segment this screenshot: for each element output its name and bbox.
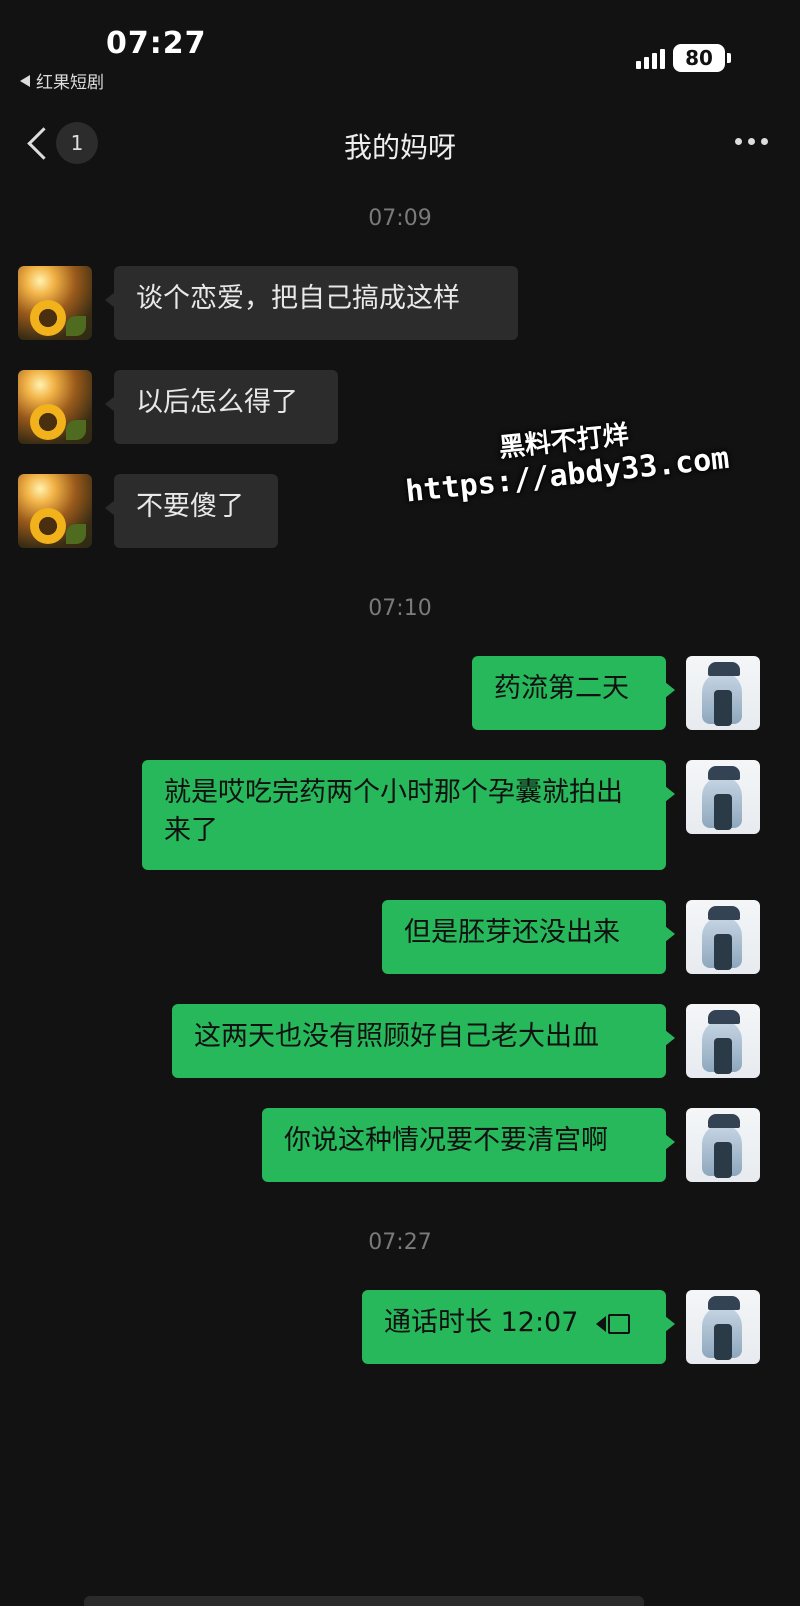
back-triangle-icon: [20, 74, 30, 87]
my-avatar[interactable]: [686, 656, 760, 730]
status-time: 07:27: [106, 26, 207, 61]
my-avatar[interactable]: [686, 1004, 760, 1078]
incoming-message-bubble[interactable]: 不要傻了: [105, 474, 278, 548]
battery-level: 80: [685, 46, 713, 70]
input-bar-edge: [84, 1596, 644, 1606]
contact-avatar[interactable]: [18, 370, 92, 444]
outgoing-message-bubble[interactable]: 药流第二天: [472, 656, 675, 730]
outgoing-message-bubble[interactable]: 你说这种情况要不要清宫啊: [262, 1108, 675, 1182]
back-to-app-link[interactable]: 红果短剧: [20, 68, 104, 93]
message-timestamp: 07:09: [368, 206, 432, 231]
outgoing-message-bubble[interactable]: 这两天也没有照顾好自己老大出血: [172, 1004, 675, 1078]
message-timestamp: 07:27: [368, 1230, 432, 1255]
incoming-message-bubble[interactable]: 以后怎么得了: [105, 370, 338, 444]
battery-icon: 80: [673, 44, 731, 72]
back-app-label: 红果短剧: [36, 73, 104, 93]
watermark: 黑料不打烊 https://abdy33.com: [400, 404, 731, 509]
incoming-message-bubble[interactable]: 谈个恋爱，把自己搞成这样: [105, 266, 518, 340]
my-avatar[interactable]: [686, 760, 760, 834]
my-avatar[interactable]: [686, 1108, 760, 1182]
contact-avatar[interactable]: [18, 266, 92, 340]
message-timestamp: 07:10: [368, 596, 432, 621]
signal-icon: [635, 48, 665, 69]
chat-title: 我的妈呀: [343, 131, 456, 164]
call-duration-text: 通话时长 12:07: [384, 1307, 579, 1338]
more-icon[interactable]: [735, 138, 768, 145]
contact-avatar[interactable]: [18, 474, 92, 548]
outgoing-message-bubble[interactable]: 就是哎吃完药两个小时那个孕囊就拍出来了: [142, 760, 675, 870]
video-call-icon: [596, 1312, 631, 1336]
my-avatar[interactable]: [686, 900, 760, 974]
my-avatar[interactable]: [686, 1290, 760, 1364]
chat-header: 1 我的妈呀: [0, 112, 800, 178]
outgoing-message-bubble[interactable]: 但是胚芽还没出来: [382, 900, 675, 974]
call-record-bubble[interactable]: 通话时长 12:07: [362, 1290, 675, 1364]
